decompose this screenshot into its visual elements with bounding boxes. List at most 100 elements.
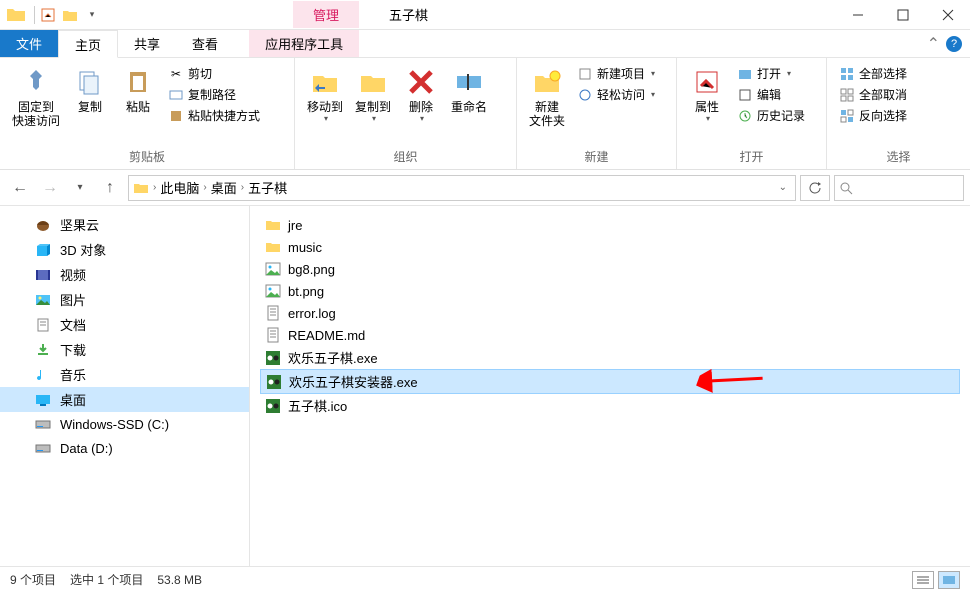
group-label-open: 打开 <box>677 148 826 169</box>
sidebar-item-downloads[interactable]: 下载 <box>0 337 249 362</box>
open-button[interactable]: 打开▾ <box>735 64 807 83</box>
sidebar-item-drive[interactable]: Data (D:) <box>0 436 249 460</box>
qat-new-folder-icon[interactable] <box>59 4 81 26</box>
copy-button[interactable]: 复制 <box>66 62 114 118</box>
close-button[interactable] <box>925 0 970 30</box>
sidebar-item-label: 坚果云 <box>60 215 99 234</box>
copy-to-button[interactable]: 复制到▾ <box>349 62 397 128</box>
move-to-label: 移动到 <box>307 100 343 114</box>
search-box[interactable] <box>834 175 964 201</box>
pin-to-quick-access-button[interactable]: 固定到 快速访问 <box>6 62 66 133</box>
window-controls <box>835 0 970 30</box>
new-folder-button[interactable]: 新建 文件夹 <box>523 62 571 133</box>
sidebar-item-video[interactable]: 视频 <box>0 262 249 287</box>
breadcrumb-desktop[interactable]: 桌面 <box>211 178 237 197</box>
group-organize: 移动到▾ 复制到▾ 删除▾ 重命名 组织 <box>295 58 517 169</box>
paste-label: 粘贴 <box>126 100 150 114</box>
qat-dropdown-icon[interactable]: ▾ <box>81 4 103 26</box>
context-tab-label: 管理 <box>293 1 359 28</box>
history-icon <box>737 108 753 124</box>
tab-app-tools[interactable]: 应用程序工具 <box>249 30 359 57</box>
sidebar-item-label: 桌面 <box>60 390 86 409</box>
exe-icon <box>264 349 282 367</box>
tab-share[interactable]: 共享 <box>118 30 176 57</box>
up-button[interactable]: ↑ <box>96 174 124 202</box>
breadcrumb-folder[interactable]: 五子棋 <box>248 178 287 197</box>
file-row[interactable]: jre <box>260 214 960 236</box>
select-none-button[interactable]: 全部取消 <box>837 85 909 104</box>
paste-button[interactable]: 粘贴 <box>114 62 162 118</box>
new-item-button[interactable]: 新建项目▾ <box>575 64 657 83</box>
properties-button[interactable]: 属性▾ <box>683 62 731 128</box>
sidebar-item-desktop[interactable]: 桌面 <box>0 387 249 412</box>
tab-home[interactable]: 主页 <box>58 30 118 58</box>
copy-path-button[interactable]: 复制路径 <box>166 85 262 104</box>
navigation-pane[interactable]: 坚果云 3D 对象视频图片文档下载音乐桌面 Windows-SSD (C:)Data… <box>0 206 250 566</box>
video-icon <box>34 266 52 284</box>
sidebar-item-documents[interactable]: 文档 <box>0 312 249 337</box>
sidebar-item-nut[interactable]: 坚果云 <box>0 212 249 237</box>
address-dropdown-icon[interactable]: ⌄ <box>779 182 787 193</box>
sidebar-item-label: 3D 对象 <box>60 240 106 259</box>
sidebar-item-label: 图片 <box>60 290 86 309</box>
back-button[interactable]: ← <box>6 174 34 202</box>
refresh-button[interactable] <box>800 175 830 201</box>
recent-locations-button[interactable]: ▾ <box>66 174 94 202</box>
exe-icon <box>265 373 283 391</box>
sidebar-item-music[interactable]: 音乐 <box>0 362 249 387</box>
music-icon <box>34 366 52 384</box>
file-row[interactable]: 欢乐五子棋.exe <box>260 346 960 369</box>
select-all-icon <box>839 66 855 82</box>
status-selection: 选中 1 个项目 <box>70 571 143 588</box>
edit-icon <box>737 87 753 103</box>
file-row[interactable]: 五子棋.ico <box>260 394 960 417</box>
details-view-button[interactable] <box>912 571 934 589</box>
text-icon <box>264 326 282 344</box>
new-folder-label: 新建 文件夹 <box>529 100 565 129</box>
maximize-button[interactable] <box>880 0 925 30</box>
title-bar: ▾ 管理 五子棋 <box>0 0 970 30</box>
rename-button[interactable]: 重命名 <box>445 62 493 118</box>
file-row[interactable]: music <box>260 236 960 258</box>
status-size: 53.8 MB <box>157 573 202 587</box>
file-list[interactable]: jremusicbg8.pngbt.pngerror.logREADME.md欢… <box>250 206 970 566</box>
paste-shortcut-button[interactable]: 粘贴快捷方式 <box>166 106 262 125</box>
copy-icon <box>74 66 106 98</box>
sidebar-item-label: 下载 <box>60 340 86 359</box>
help-icon[interactable]: ? <box>946 36 962 52</box>
file-row[interactable]: README.md <box>260 324 960 346</box>
file-row[interactable]: bg8.png <box>260 258 960 280</box>
easy-access-button[interactable]: 轻松访问▾ <box>575 85 657 104</box>
delete-button[interactable]: 删除▾ <box>397 62 445 128</box>
file-name: bg8.png <box>288 262 335 277</box>
sidebar-item-3d[interactable]: 3D 对象 <box>0 237 249 262</box>
invert-selection-button[interactable]: 反向选择 <box>837 106 909 125</box>
file-row[interactable]: bt.png <box>260 280 960 302</box>
file-row[interactable]: error.log <box>260 302 960 324</box>
minimize-button[interactable] <box>835 0 880 30</box>
edit-button[interactable]: 编辑 <box>735 85 807 104</box>
breadcrumb-pc[interactable]: 此电脑 <box>160 178 199 197</box>
cut-button[interactable]: ✂剪切 <box>166 64 262 83</box>
main-area: 坚果云 3D 对象视频图片文档下载音乐桌面 Windows-SSD (C:)Data… <box>0 206 970 566</box>
select-none-icon <box>839 87 855 103</box>
sidebar-item-drive[interactable]: Windows-SSD (C:) <box>0 412 249 436</box>
separator <box>34 6 35 24</box>
forward-button[interactable]: → <box>36 174 64 202</box>
open-icon <box>737 66 753 82</box>
copy-to-label: 复制到 <box>355 100 391 114</box>
tab-view[interactable]: 查看 <box>176 30 234 57</box>
group-label-clipboard: 剪贴板 <box>0 148 294 169</box>
address-bar[interactable]: › 此电脑 › 桌面 › 五子棋 ⌄ <box>128 175 796 201</box>
move-to-button[interactable]: 移动到▾ <box>301 62 349 128</box>
file-row[interactable]: 欢乐五子棋安装器.exe <box>260 369 960 394</box>
qat-properties-icon[interactable] <box>37 4 59 26</box>
delete-label: 删除 <box>409 100 433 114</box>
tab-file[interactable]: 文件 <box>0 30 58 57</box>
ribbon-collapse-icon[interactable]: ⌃ <box>927 34 940 54</box>
history-button[interactable]: 历史记录 <box>735 106 807 125</box>
sidebar-item-pictures[interactable]: 图片 <box>0 287 249 312</box>
select-all-button[interactable]: 全部选择 <box>837 64 909 83</box>
thumbnails-view-button[interactable] <box>938 571 960 589</box>
sidebar-item-label: 视频 <box>60 265 86 284</box>
